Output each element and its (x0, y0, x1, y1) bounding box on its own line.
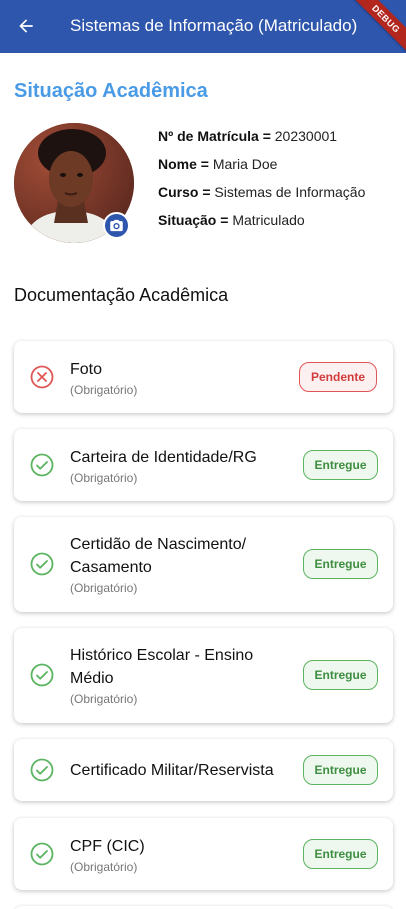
nome-label: Nome = (158, 156, 209, 172)
camera-icon (110, 219, 123, 232)
check-circle-icon (30, 663, 54, 687)
document-name: Carteira de Identidade/RG (70, 449, 257, 466)
matricula-value: 20230001 (274, 128, 338, 144)
arrow-left-icon (19, 19, 33, 33)
situacao-row: Situação = Matriculado (158, 212, 365, 240)
document-card-historico[interactable]: Histórico Escolar - Ensino Médio (Obriga… (14, 628, 393, 723)
document-texts: Histórico Escolar - Ensino Médio (Obriga… (70, 644, 285, 706)
status-badge-delivered: Entregue (303, 660, 378, 690)
document-name: Certidão de Nascimento/ Casamento (70, 536, 247, 576)
app-bar: Sistemas de Informação (Matriculado) DEB… (0, 0, 406, 53)
nome-row: Nome = Maria Doe (158, 156, 365, 184)
check-circle-icon (30, 758, 54, 782)
back-button[interactable] (12, 12, 40, 40)
curso-row: Curso = Sistemas de Informação (158, 184, 365, 212)
situacao-value: Matriculado (232, 212, 305, 228)
document-texts: Certidão de Nascimento/ Casamento (Obrig… (70, 533, 285, 595)
check-circle-icon (30, 842, 54, 866)
document-texts: Certificado Militar/Reservista (70, 759, 300, 782)
document-card-cpf[interactable]: CPF (CIC) (Obrigatório) Entregue (14, 818, 393, 890)
document-name: Histórico Escolar - Ensino Médio (70, 647, 254, 687)
profile-photo (14, 123, 134, 243)
curso-label: Curso = (158, 184, 211, 200)
document-card-rg[interactable]: Carteira de Identidade/RG (Obrigatório) … (14, 429, 393, 501)
status-badge-delivered: Entregue (303, 755, 378, 785)
document-requirement: (Obrigatório) (70, 692, 138, 706)
status-badge-pending: Pendente (299, 362, 377, 392)
student-info: Nº de Matrícula = 20230001 Nome = Maria … (158, 128, 365, 240)
app-bar-title: Sistemas de Informação (Matriculado) (70, 16, 358, 35)
document-texts: Foto (Obrigatório) (70, 358, 285, 397)
document-card-certidao[interactable]: Certidão de Nascimento/ Casamento (Obrig… (14, 517, 393, 612)
check-circle-icon (30, 453, 54, 477)
document-name: Foto (70, 361, 103, 378)
x-circle-icon (30, 365, 54, 389)
document-card-certificado-militar[interactable]: Certificado Militar/Reservista Entregue (14, 739, 393, 801)
document-requirement: (Obrigatório) (70, 471, 138, 485)
matricula-label: Nº de Matrícula = (158, 128, 271, 144)
document-requirement: (Obrigatório) (70, 383, 138, 397)
document-requirement: (Obrigatório) (70, 581, 138, 595)
section-title-academic-status: Situação Acadêmica (14, 80, 208, 102)
check-circle-icon (30, 552, 54, 576)
document-texts: CPF (CIC) (Obrigatório) (70, 835, 285, 874)
document-name: CPF (CIC) (70, 838, 145, 855)
document-texts: Carteira de Identidade/RG (Obrigatório) (70, 446, 285, 485)
curso-value: Sistemas de Informação (214, 184, 366, 200)
status-badge-delivered: Entregue (303, 450, 378, 480)
situacao-label: Situação = (158, 212, 229, 228)
matricula-row: Nº de Matrícula = 20230001 (158, 128, 365, 156)
change-photo-button[interactable] (103, 212, 130, 239)
section-title-documents: Documentação Acadêmica (14, 285, 229, 305)
document-name: Certificado Militar/Reservista (70, 762, 274, 779)
document-requirement: (Obrigatório) (70, 860, 138, 874)
status-badge-delivered: Entregue (303, 549, 378, 579)
document-card-foto[interactable]: Foto (Obrigatório) Pendente (14, 341, 393, 413)
status-badge-delivered: Entregue (303, 839, 378, 869)
nome-value: Maria Doe (212, 156, 278, 172)
